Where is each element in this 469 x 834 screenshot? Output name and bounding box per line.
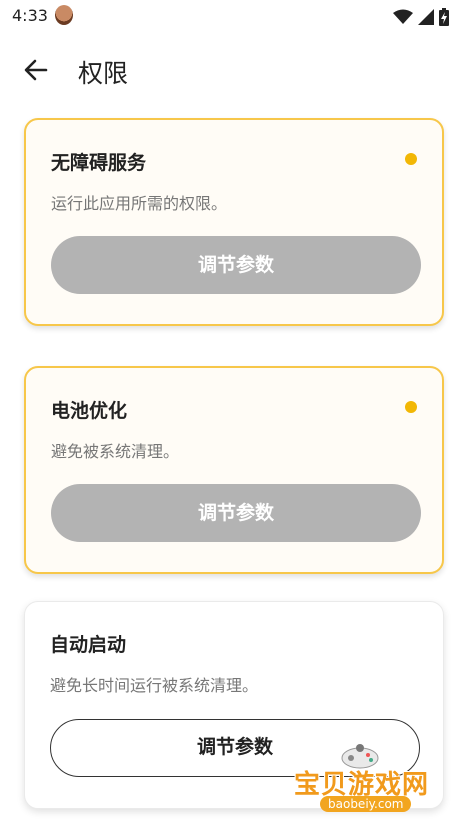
back-arrow-icon[interactable]	[22, 56, 50, 84]
card-title: 无障碍服务	[51, 152, 147, 174]
battery-charging-icon	[439, 7, 449, 26]
notification-avatar-icon	[55, 5, 73, 25]
cellular-signal-icon	[417, 8, 434, 25]
status-bar: 4:33	[0, 0, 469, 32]
status-time: 4:33	[12, 6, 48, 25]
status-dot	[405, 153, 417, 165]
card-description: 运行此应用所需的权限。	[51, 194, 228, 213]
status-dot	[405, 401, 417, 413]
watermark-url: baobeiy.com	[320, 796, 412, 812]
card-description: 避免被系统清理。	[51, 442, 180, 461]
card-title: 自动启动	[50, 634, 127, 656]
app-bar: 权限	[0, 42, 469, 98]
permission-card-accessibility: 无障碍服务 运行此应用所需的权限。 调节参数	[24, 118, 444, 326]
adjust-button-accessibility[interactable]: 调节参数	[51, 236, 421, 294]
status-icons	[392, 6, 449, 26]
page-title: 权限	[78, 59, 129, 88]
card-title: 电池优化	[51, 400, 128, 422]
wifi-icon	[392, 9, 413, 24]
adjust-button-battery[interactable]: 调节参数	[51, 484, 421, 542]
permission-card-battery: 电池优化 避免被系统清理。 调节参数	[24, 366, 444, 574]
watermark: 宝贝游戏网 baobeiy.com	[290, 742, 440, 827]
card-description: 避免长时间运行被系统清理。	[50, 676, 259, 695]
